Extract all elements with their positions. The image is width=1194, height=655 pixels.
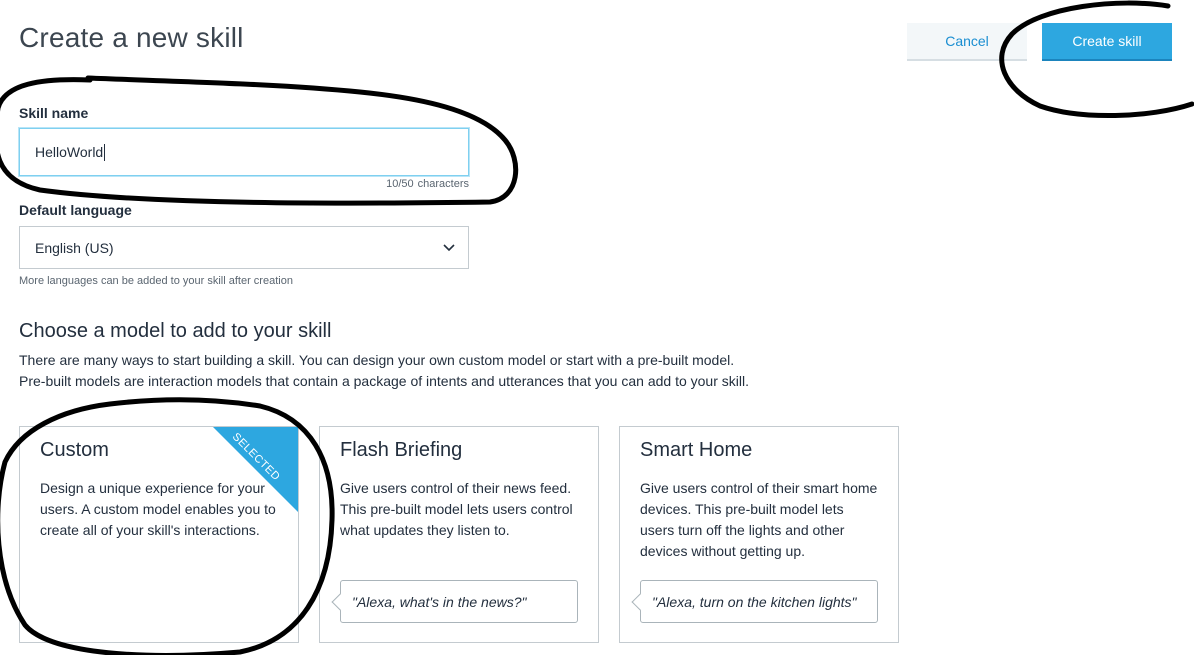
skill-name-input[interactable]: HelloWorld (19, 128, 469, 176)
model-card-title: Flash Briefing (340, 439, 463, 461)
create-skill-button[interactable]: Create skill (1042, 23, 1172, 61)
language-hint: More languages can be added to your skil… (19, 275, 293, 287)
cancel-button[interactable]: Cancel (907, 23, 1027, 61)
model-card-description: Give users control of their smart home d… (640, 480, 878, 559)
default-language-select[interactable]: English (US) (19, 226, 469, 269)
speech-bubble-tail (631, 593, 649, 611)
skill-name-label: Skill name (19, 105, 89, 121)
model-card-flash-briefing[interactable]: Flash Briefing Give users control of the… (319, 426, 599, 643)
example-utterance-text: "Alexa, turn on the kitchen lights" (652, 593, 857, 610)
example-utterance-text: "Alexa, what's in the news?" (352, 593, 527, 610)
skill-name-value: HelloWorld (35, 144, 104, 160)
model-card-description: Give users control of their news feed. T… (340, 480, 573, 538)
speech-bubble-tail (331, 593, 349, 611)
chevron-down-icon (443, 243, 455, 251)
model-card-custom[interactable]: Custom Design a unique experience for yo… (19, 426, 299, 643)
example-utterance: "Alexa, turn on the kitchen lights" (631, 580, 878, 623)
selected-ribbon: SELECTED (213, 427, 298, 512)
character-count: 10/50 (386, 178, 414, 190)
default-language-label: Default language (19, 202, 132, 218)
character-count-unit: characters (417, 178, 469, 190)
model-description-line-2: Pre-built models are interaction models … (19, 373, 749, 389)
text-caret (104, 143, 106, 161)
default-language-value: English (US) (35, 239, 114, 256)
example-utterance: "Alexa, what's in the news?" (331, 580, 578, 623)
model-section-title: Choose a model to add to your skill (19, 320, 332, 342)
model-card-smart-home[interactable]: Smart Home Give users control of their s… (619, 426, 899, 643)
model-description-line-1: There are many ways to start building a … (19, 352, 735, 368)
create-skill-page: Create a new skill Cancel Create skill S… (0, 0, 1194, 655)
model-card-title: Custom (40, 439, 109, 461)
model-card-title: Smart Home (640, 439, 753, 461)
page-title: Create a new skill (19, 22, 244, 53)
character-counter: 10/50 characters (19, 178, 469, 190)
